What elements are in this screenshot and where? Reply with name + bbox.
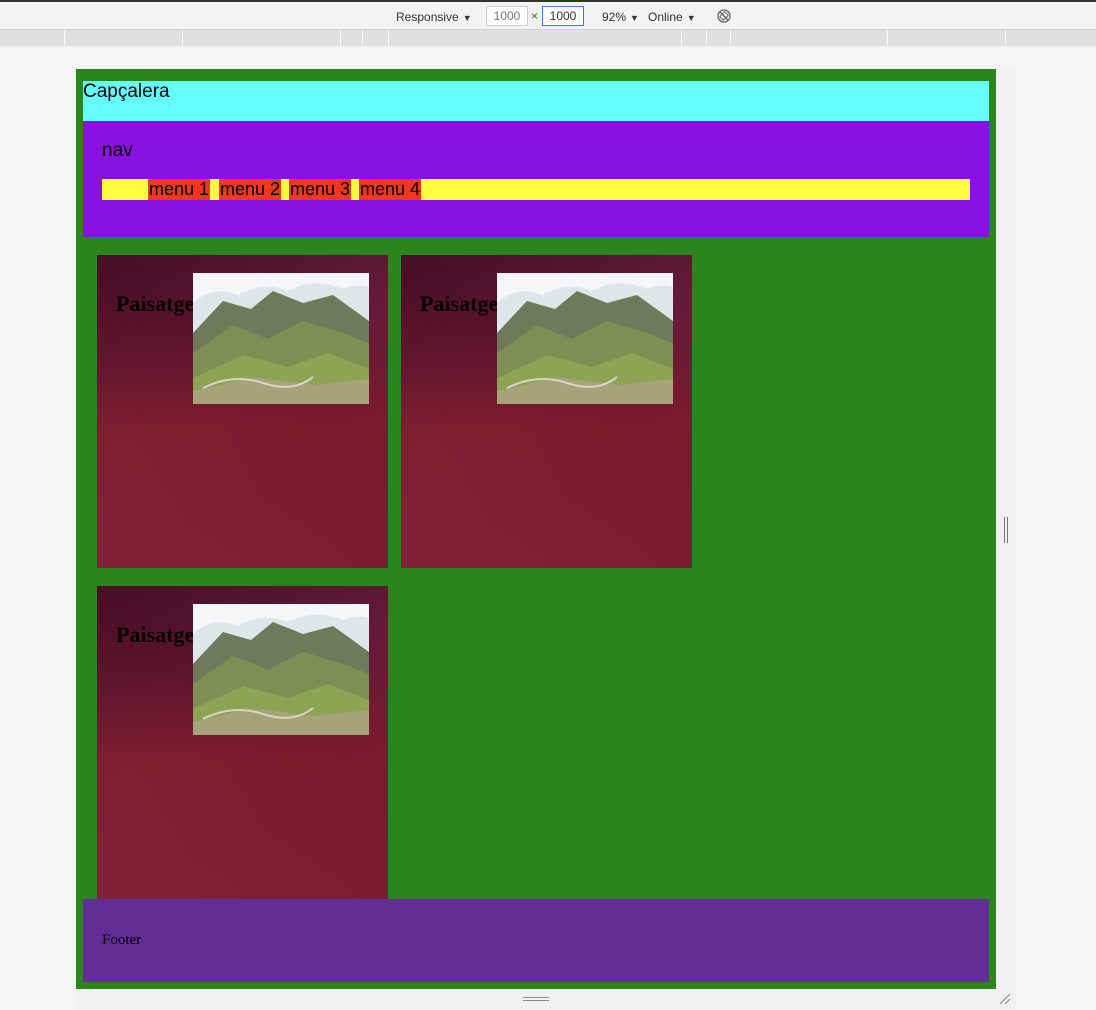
page-footer: Footer xyxy=(83,899,989,982)
caret-down-icon: ▼ xyxy=(630,13,639,23)
zoom-select-label: 92% xyxy=(602,10,627,24)
menu-bar: menu 1 menu 2 menu 3 menu 4 xyxy=(102,179,970,200)
handle-line xyxy=(523,1000,549,1001)
card-title: Paisatge xyxy=(420,291,499,316)
bottom-resize-handle[interactable] xyxy=(523,996,549,1002)
device-select[interactable]: Responsive ▼ xyxy=(396,8,472,26)
card: Paisatge xyxy=(97,586,388,899)
throttling-select[interactable]: Online ▼ xyxy=(648,8,696,26)
throttling-select-label: Online xyxy=(648,10,683,24)
card-title: Paisatge xyxy=(116,622,195,647)
ruler-tick xyxy=(182,30,183,46)
menu-item-3[interactable]: menu 3 xyxy=(289,179,352,200)
ruler-tick xyxy=(388,30,389,46)
ruler-tick xyxy=(64,30,65,46)
ruler-tick xyxy=(362,30,363,46)
corner-resize-icon[interactable] xyxy=(998,992,1012,1006)
footer-text: Footer xyxy=(102,932,142,948)
media-query-ruler[interactable] xyxy=(0,30,1096,46)
right-resize-handle[interactable] xyxy=(1003,517,1009,543)
nav-label: nav xyxy=(102,140,133,161)
ruler-tick xyxy=(887,30,888,46)
rotate-icon[interactable] xyxy=(716,8,732,24)
device-toolbar: Responsive ▼ 1000 × 1000 92% ▼ Online ▼ xyxy=(0,0,1096,30)
zoom-select[interactable]: 92% ▼ xyxy=(602,8,639,26)
caret-down-icon: ▼ xyxy=(686,13,696,23)
menu-item-1[interactable]: menu 1 xyxy=(148,179,211,200)
ruler-tick xyxy=(730,30,731,46)
handle-line xyxy=(1004,517,1005,543)
handle-line xyxy=(523,997,549,998)
header-title: Capçalera xyxy=(83,81,170,102)
card: Paisatge xyxy=(401,255,692,568)
page-nav: nav menu 1 menu 2 menu 3 menu 4 xyxy=(83,121,989,237)
mountain-landscape-photo xyxy=(193,273,369,404)
mountain-landscape-photo xyxy=(193,604,369,735)
width-input[interactable]: 1000 xyxy=(486,6,528,26)
ruler-tick xyxy=(681,30,682,46)
handle-line xyxy=(1007,517,1008,543)
page-header: Capçalera xyxy=(83,81,989,121)
card: Paisatge xyxy=(97,255,388,568)
card-title: Paisatge xyxy=(116,291,195,316)
ruler-tick xyxy=(706,30,707,46)
menu-item-2[interactable]: menu 2 xyxy=(219,179,282,200)
dimension-separator: × xyxy=(531,9,539,23)
ruler-tick xyxy=(340,30,341,46)
height-input[interactable]: 1000 xyxy=(542,6,584,26)
ruler-tick xyxy=(1005,30,1006,46)
device-select-label: Responsive xyxy=(396,10,459,24)
caret-down-icon: ▼ xyxy=(462,13,472,23)
menu-item-4[interactable]: menu 4 xyxy=(359,179,422,200)
mountain-landscape-photo xyxy=(497,273,673,404)
page-viewport: Capçalera nav menu 1 menu 2 menu 3 menu … xyxy=(76,69,996,989)
